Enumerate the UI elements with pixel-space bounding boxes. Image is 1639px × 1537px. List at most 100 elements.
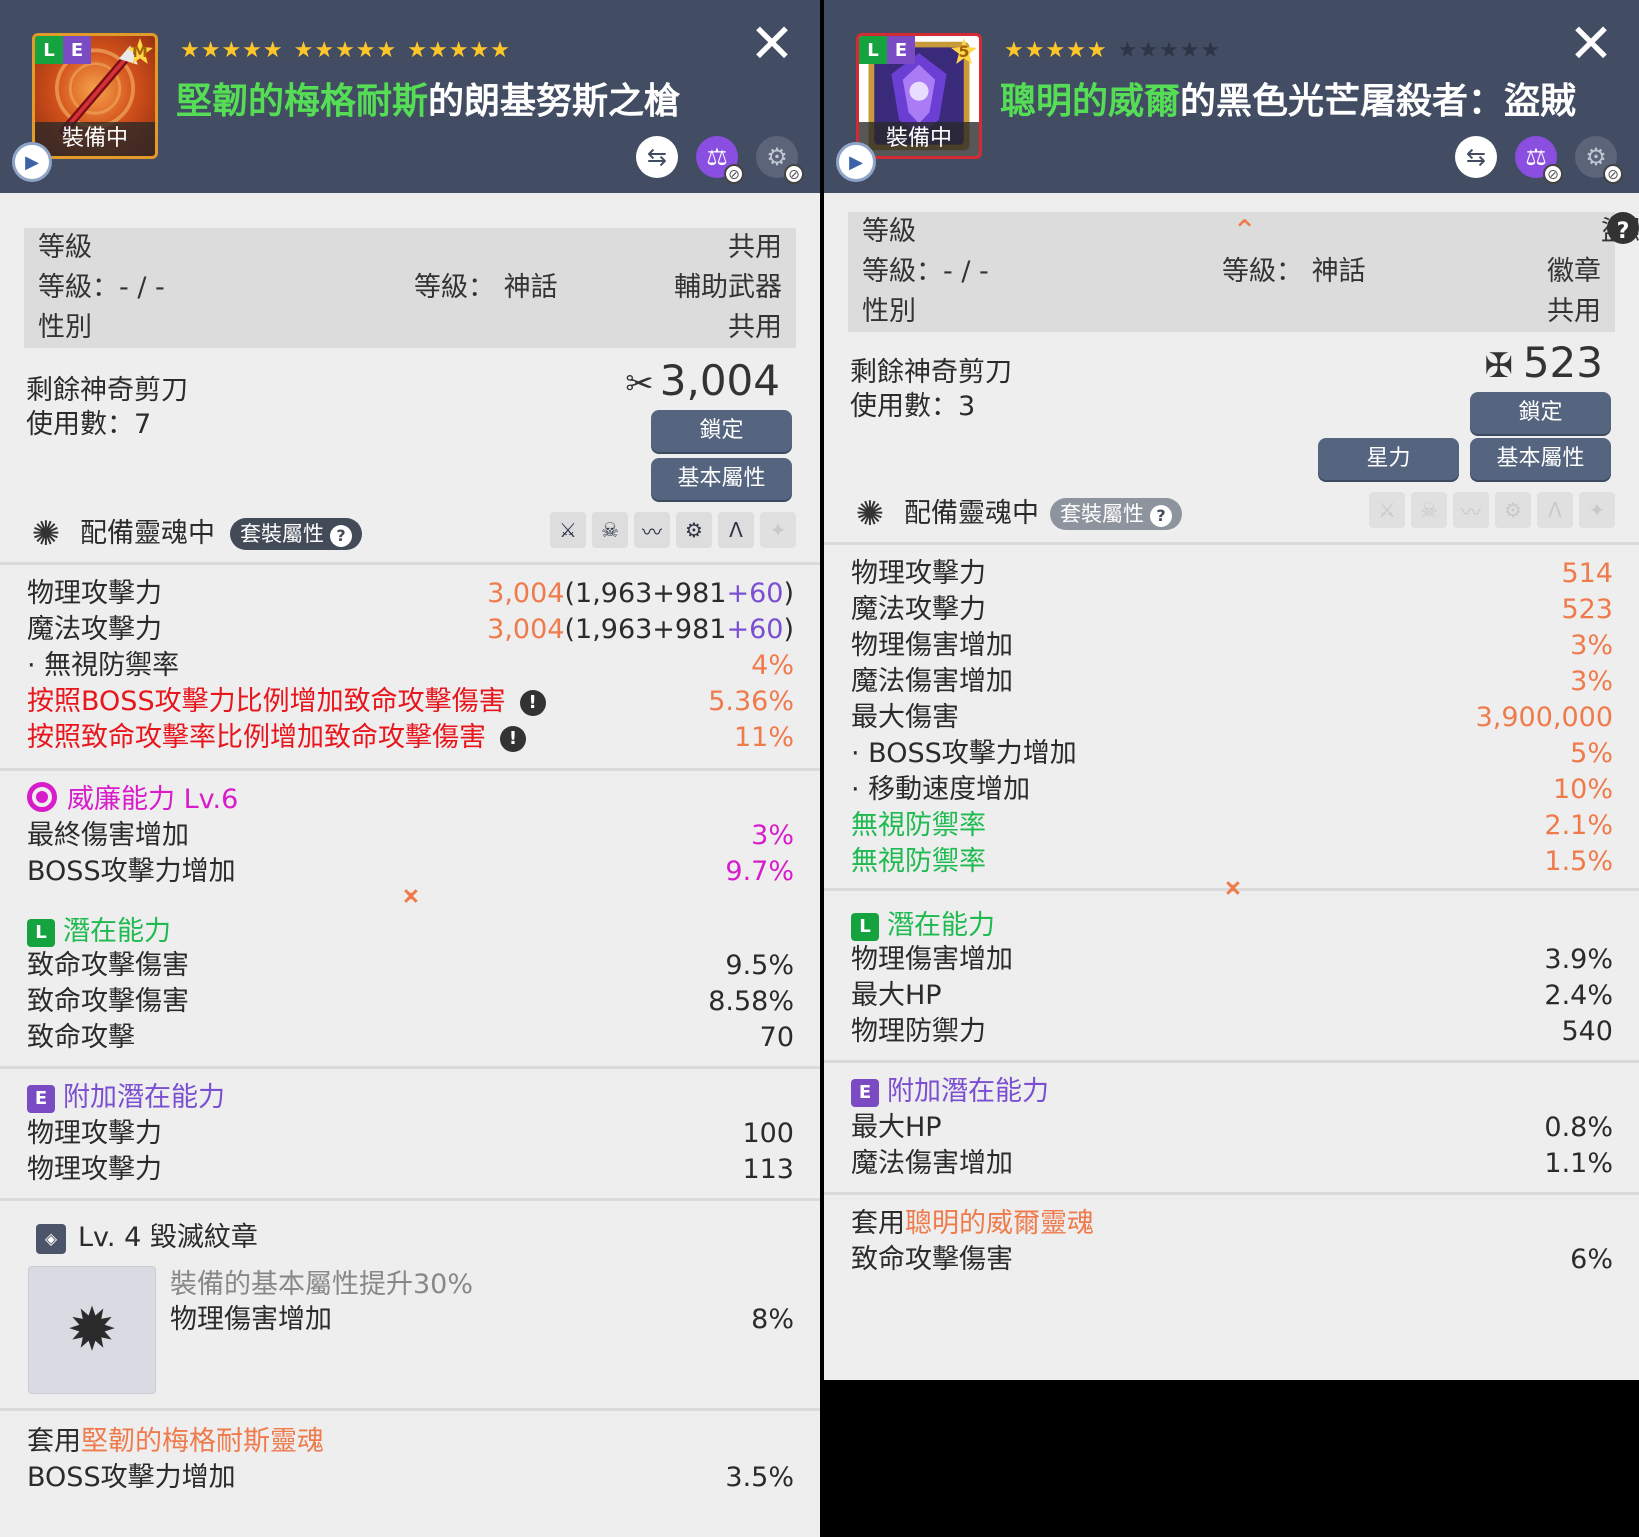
- gear-slot-icon[interactable]: ⚙: [1495, 492, 1531, 528]
- stat-row: 魔法傷害增加 3%: [851, 666, 1613, 697]
- stat-row: 物理傷害增加 3.9%: [851, 944, 1613, 975]
- lock-button[interactable]: 鎖定: [651, 410, 792, 452]
- left-item-tooltip: L E M 裝備中 ▶ ★★★★★ ★★★★★ ★★★★★ 堅韌的梅格耐斯的朗基努斯…: [0, 0, 820, 1537]
- stat-row: 最大HP 2.4%: [851, 980, 1613, 1011]
- close-button[interactable]: ✕: [1567, 17, 1615, 71]
- stat-row: · 無視防禦率 4%: [27, 650, 794, 681]
- star-group-1: ★★★★★: [180, 38, 284, 63]
- weapon-slot-icon[interactable]: ⚔: [550, 512, 586, 548]
- item-title: 堅韌的梅格耐斯的朗基努斯之槍: [176, 72, 680, 124]
- stat-row: 物理防禦力 540: [851, 1016, 1613, 1047]
- disabled-icon: ⊘: [1543, 164, 1563, 184]
- base-stats-button[interactable]: 基本屬性: [1470, 438, 1611, 480]
- level-label: 等級: [38, 232, 92, 263]
- gear-icon[interactable]: ⚙ ⊘: [1575, 136, 1623, 184]
- star-slot-icon[interactable]: ✦: [760, 512, 796, 548]
- scissors-info: 剩餘神奇剪刀 使用數：3: [850, 356, 1012, 424]
- stat-row: · BOSS攻擊力增加 5%: [851, 738, 1613, 769]
- soul-apply-title: 套用聰明的威爾靈魂: [851, 1208, 1094, 1239]
- item-title-prefix: 聰明的威爾: [1000, 81, 1181, 122]
- disabled-icon: ⊘: [1603, 164, 1623, 184]
- play-icon[interactable]: ▶: [836, 142, 876, 182]
- scale-icon[interactable]: ⚖ ⊘: [696, 136, 744, 184]
- level-label: 等級: [862, 216, 916, 247]
- wave-slot-icon[interactable]: 〰: [634, 512, 670, 548]
- starforce-stars: ★★★★★ ★★★★★: [1004, 38, 1221, 63]
- wave-slot-icon[interactable]: 〰: [1453, 492, 1489, 528]
- soul-apply-title: 套用堅韌的梅格耐斯靈魂: [27, 1426, 324, 1457]
- soul-gear-icon: ✺: [855, 494, 885, 534]
- info-icon[interactable]: !: [500, 726, 526, 752]
- star-group-3: ★★★★★: [407, 38, 511, 63]
- scale-icon[interactable]: ⚖ ⊘: [1515, 136, 1563, 184]
- soul-label: 配備靈魂中: [904, 498, 1039, 529]
- right-item-icon[interactable]: L E 5 裝備中: [856, 33, 982, 159]
- divider: [824, 1060, 1639, 1063]
- star-slot-icon[interactable]: ✦: [1579, 492, 1615, 528]
- stat-row: 致命攻擊傷害 6%: [851, 1244, 1613, 1275]
- legendary-badge: L: [859, 36, 887, 64]
- set-attributes-pill[interactable]: 套裝屬性?: [1050, 498, 1182, 530]
- stat-row: 致命攻擊傷害 9.5%: [27, 950, 794, 981]
- stat-row: 按照致命攻擊率比例增加致命攻擊傷害! 11%: [27, 722, 794, 753]
- close-button[interactable]: ✕: [748, 17, 796, 71]
- equipped-label: 裝備中: [35, 122, 155, 156]
- header-action-icons: ⇆ ⚖ ⊘ ⚙ ⊘: [1455, 136, 1623, 184]
- skull-slot-icon[interactable]: ☠: [592, 512, 628, 548]
- gender-value: 共用: [728, 312, 782, 343]
- help-icon[interactable]: ?: [1607, 212, 1639, 244]
- emblem-title: ◈ Lv. 4 毀滅紋章: [36, 1218, 258, 1258]
- divider: [0, 562, 820, 565]
- soul-row: ✺ 配備靈魂中 套裝屬性? ⚔ ☠ 〰 ⚙ Λ ✦: [848, 492, 1615, 536]
- epic-tag-icon: E: [851, 1079, 879, 1107]
- info-icon[interactable]: !: [519, 690, 546, 716]
- collapse-toggle-icon[interactable]: ⌄ ⌃: [1218, 865, 1248, 915]
- stat-row: 致命攻擊 70: [27, 1022, 794, 1053]
- weapon-slot-icon[interactable]: ⚔: [1369, 492, 1405, 528]
- grade-label: 等級： 神話: [1222, 256, 1366, 287]
- soul-gear-icon: ✺: [31, 514, 61, 554]
- soul-label: 配備靈魂中: [80, 518, 215, 549]
- play-icon[interactable]: ▶: [12, 142, 52, 182]
- starforce-button[interactable]: 星力: [1318, 438, 1459, 480]
- base-stats-button[interactable]: 基本屬性: [651, 458, 792, 500]
- lambda-slot-icon[interactable]: Λ: [718, 512, 754, 548]
- gear-icon[interactable]: ⚙ ⊘: [756, 136, 804, 184]
- requirement-box: 等級 共用 等級：- / - 等級： 神話 輔助武器 性別 共用: [24, 228, 796, 348]
- attack-power-total: ✠ 523: [1484, 338, 1603, 387]
- additional-potential-title: E 附加潛在能力: [851, 1074, 1049, 1110]
- lambda-slot-icon[interactable]: Λ: [1537, 492, 1573, 528]
- soul-row: ✺ 配備靈魂中 套裝屬性? ⚔ ☠ 〰 ⚙ Λ ✦: [24, 512, 796, 556]
- legendary-badge: L: [35, 36, 63, 64]
- stat-row: 物理攻擊力 514: [851, 558, 1613, 589]
- right-header: L E 5 裝備中 ▶ ★★★★★ ★★★★★ 聰明的威爾的黑色光芒屠殺者：盜賊 …: [824, 0, 1639, 193]
- gear-slot-icon[interactable]: ⚙: [676, 512, 712, 548]
- right-item-tooltip: L E 5 裝備中 ▶ ★★★★★ ★★★★★ 聰明的威爾的黑色光芒屠殺者：盜賊 …: [824, 0, 1639, 1380]
- left-header: L E M 裝備中 ▶ ★★★★★ ★★★★★ ★★★★★ 堅韌的梅格耐斯的朗基努斯…: [0, 0, 820, 193]
- gender-label: 性別: [862, 296, 916, 327]
- lock-button[interactable]: 鎖定: [1470, 392, 1611, 434]
- stat-row: 最大傷害 3,900,000: [851, 702, 1613, 733]
- help-icon: ?: [1150, 505, 1172, 527]
- transfer-icon[interactable]: ⇆: [1455, 136, 1497, 178]
- scissors-label: 剩餘神奇剪刀: [850, 357, 1012, 388]
- item-title-prefix: 堅韌的梅格耐斯: [176, 81, 429, 122]
- soul-slot-icons: ⚔ ☠ 〰 ⚙ Λ ✦: [550, 512, 796, 548]
- stat-row: 魔法攻擊力 523: [851, 594, 1613, 625]
- gender-value: 共用: [1547, 296, 1601, 327]
- uses-label: 使用數：3: [850, 391, 976, 422]
- item-title-name: 的黑色光芒屠殺者：盜賊: [1180, 81, 1577, 122]
- potential-title: L 潛在能力: [851, 908, 995, 944]
- help-icon: ?: [330, 525, 352, 547]
- transfer-icon[interactable]: ⇆: [636, 136, 678, 178]
- item-type: 徽章: [1547, 256, 1601, 287]
- stat-row: 物理攻擊力 100: [27, 1118, 794, 1149]
- skull-slot-icon[interactable]: ☠: [1411, 492, 1447, 528]
- stat-row: 物理攻擊力 3,004(1,963+981+60): [27, 578, 794, 609]
- set-attributes-pill[interactable]: 套裝屬性?: [230, 518, 362, 550]
- left-grade-badges: L E: [35, 36, 91, 64]
- stat-row: 按照BOSS攻擊力比例增加致命攻擊傷害! 5.36%: [27, 686, 794, 717]
- collapse-up-icon[interactable]: ⌃: [1232, 212, 1257, 252]
- left-item-icon[interactable]: L E M 裝備中: [32, 33, 158, 159]
- collapse-toggle-icon[interactable]: ⌄ ⌃: [396, 873, 426, 923]
